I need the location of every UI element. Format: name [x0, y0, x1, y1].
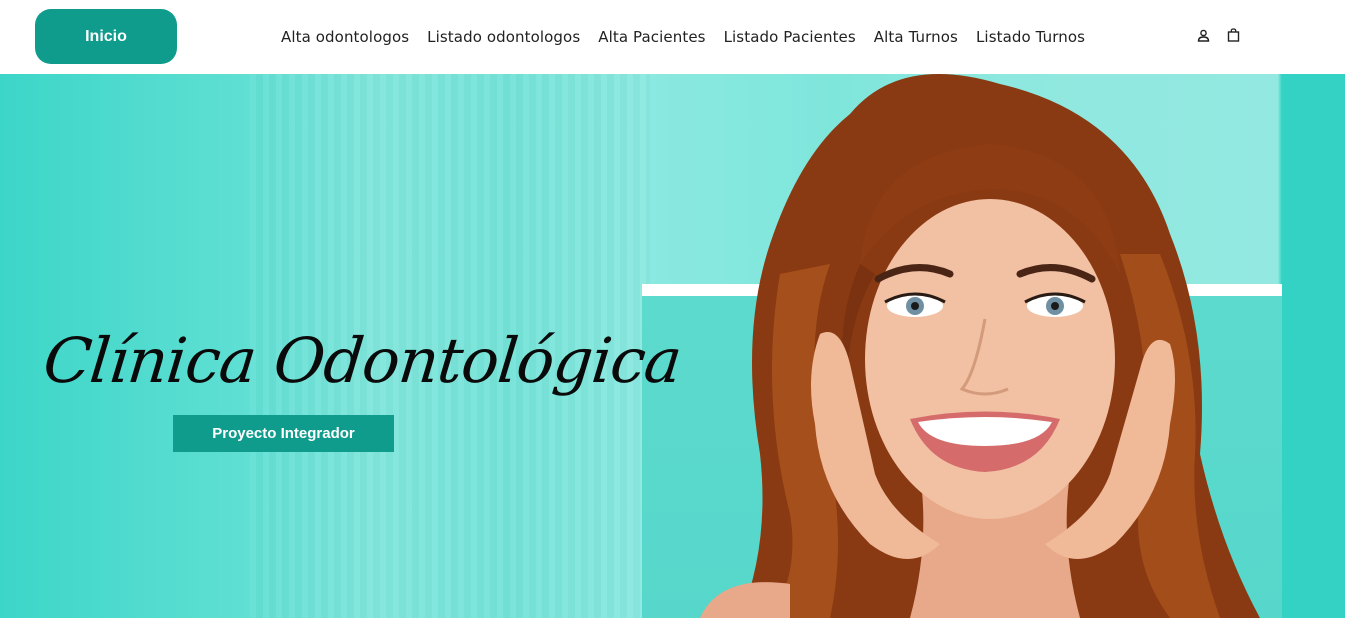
- nav-listado-odontologos[interactable]: Listado odontologos: [427, 28, 580, 46]
- shopping-bag-icon[interactable]: [1225, 27, 1241, 43]
- hero-portrait-image: [700, 74, 1260, 618]
- home-button[interactable]: Inicio: [35, 9, 177, 64]
- nav-alta-pacientes[interactable]: Alta Pacientes: [598, 28, 705, 46]
- site-header: Inicio Alta odontologos Listado odontolo…: [0, 0, 1345, 74]
- project-button[interactable]: Proyecto Integrador: [173, 415, 394, 452]
- nav-listado-turnos[interactable]: Listado Turnos: [976, 28, 1085, 46]
- main-nav: Alta odontologos Listado odontologos Alt…: [281, 26, 1085, 48]
- nav-listado-pacientes[interactable]: Listado Pacientes: [724, 28, 856, 46]
- user-icon[interactable]: [1195, 27, 1211, 43]
- hero-title: Clínica Odontológica: [40, 324, 685, 397]
- nav-alta-odontologos[interactable]: Alta odontologos: [281, 28, 409, 46]
- nav-alta-turnos[interactable]: Alta Turnos: [874, 28, 958, 46]
- hero-banner: Clínica Odontológica Proyecto Integrador: [0, 74, 1345, 618]
